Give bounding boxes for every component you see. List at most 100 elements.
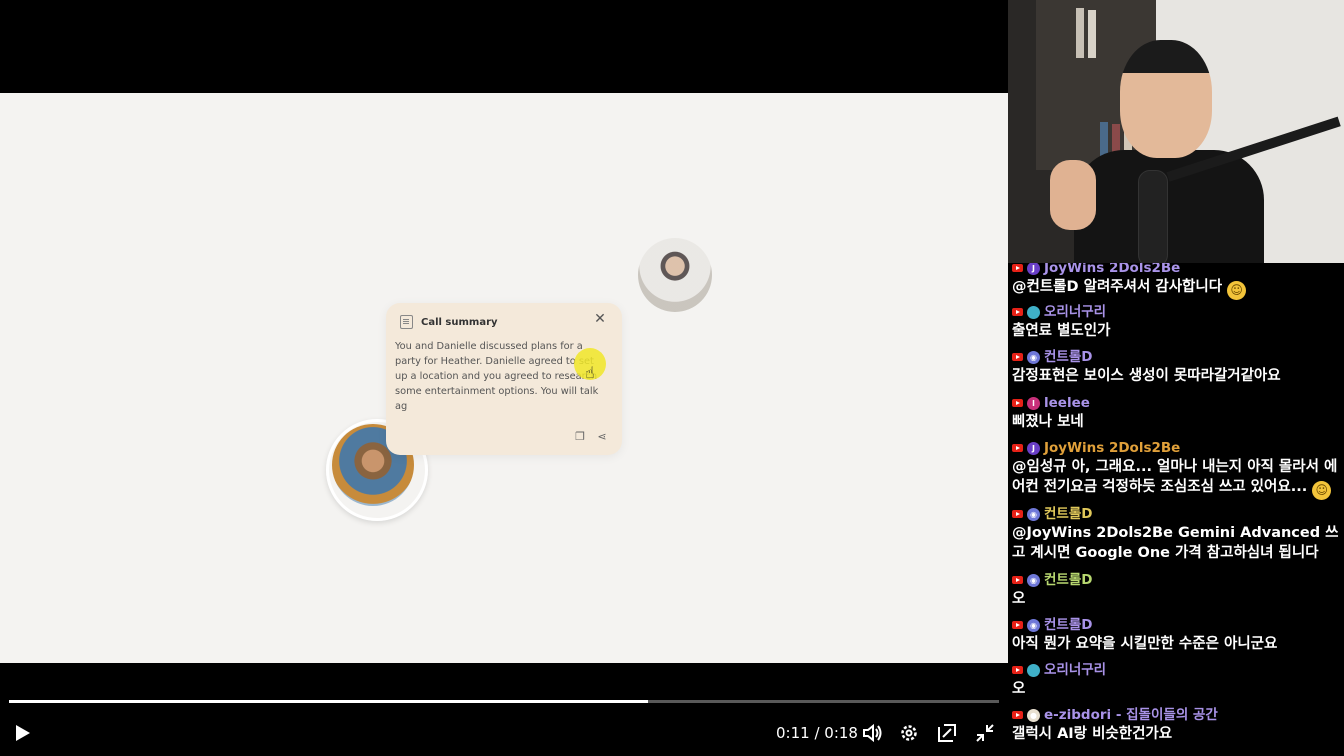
contact-avatar-man [638,238,712,312]
webcam-overlay [1008,0,1344,263]
chat-text-content: 오 [1012,681,1026,697]
user-badge-icon: ◉ [1027,573,1040,587]
video-frame[interactable]: Call summary ✕ You and Danielle discusse… [0,93,1008,663]
youtube-icon [1012,399,1023,407]
chat-message: 오리너구리오 [1012,663,1342,699]
user-badge-icon [1027,305,1040,319]
chat-username[interactable]: 오리너구리 [1044,305,1106,319]
youtube-icon [1012,621,1023,629]
streamer-hand [1050,160,1096,230]
smile-emoji-icon: ☺ [1312,481,1332,500]
chat-username[interactable]: 컨트롤D [1044,618,1092,632]
time-current: 0:11 [776,724,810,742]
user-badge-icon: l [1027,396,1040,410]
youtube-icon [1012,308,1023,316]
chat-text: 갤럭시 AI랑 비슷한건가요 [1012,724,1342,744]
chat-meta: ◉ 컨트롤D [1012,573,1342,587]
card-header: Call summary [400,313,498,331]
user-badge-icon: J [1027,441,1040,455]
chat-message: J JoyWins 2Dols2Be @컨트롤D 알려주셔서 감사합니다 ☺ [1012,263,1342,300]
chat-meta: ● e-zibdori - 집돌이들의 공간 [1012,708,1342,722]
time-separator: / [809,724,825,742]
youtube-icon [1012,353,1023,361]
chat-text: @임성규 아, 그래요... 얼마나 내는지 아직 몰라서 에어컨 전기요금 걱… [1012,457,1342,500]
chat-username[interactable]: JoyWins 2Dols2Be [1044,263,1180,275]
chat-text: 아직 뭔가 요약을 시킬만한 수준은 아니군요 [1012,634,1342,654]
settings-gear-icon[interactable] [898,722,920,744]
streamer-body [1074,150,1264,263]
card-body-text: You and Danielle discussed plans for a p… [395,341,599,412]
exit-fullscreen-icon[interactable] [974,722,996,744]
youtube-icon [1012,444,1023,452]
chat-text-content: @임성규 아, 그래요... 얼마나 내는지 아직 몰라서 에어컨 전기요금 걱… [1012,459,1338,495]
chat-text-content: 감정표현은 보이스 생성이 못따라갈거같아요 [1012,368,1281,384]
play-icon[interactable] [12,723,32,743]
chat-username[interactable]: leelee [1044,396,1090,410]
volume-icon[interactable] [861,722,883,744]
chat-text: 출연료 별도인가 [1012,321,1342,341]
chat-message: ● e-zibdori - 집돌이들의 공간갤럭시 AI랑 비슷한건가요 [1012,708,1342,744]
card-title: Call summary [421,316,498,328]
chat-text-content: @컨트롤D 알려주셔서 감사합니다 [1012,279,1223,295]
user-badge-icon: ◉ [1027,618,1040,632]
chat-text-content: 출연료 별도인가 [1012,323,1111,339]
chat-username[interactable]: 오리너구리 [1044,663,1106,677]
chat-username[interactable]: e-zibdori - 집돌이들의 공간 [1044,708,1218,722]
user-badge-icon: ● [1027,708,1040,722]
chat-username[interactable]: 컨트롤D [1044,507,1092,521]
chat-meta: ◉ 컨트롤D [1012,350,1342,364]
miniplayer-icon[interactable] [936,722,958,744]
hand-cursor-icon: ☝ [585,363,595,382]
youtube-icon [1012,264,1023,272]
chat-message: ◉ 컨트롤D 오 [1012,573,1342,609]
user-badge-icon: ◉ [1027,350,1040,364]
youtube-icon [1012,666,1023,674]
chat-message: J JoyWins 2Dols2Be @임성규 아, 그래요... 얼마나 내는지 … [1012,441,1342,500]
chat-message: ◉ 컨트롤D 아직 뭔가 요약을 시킬만한 수준은 아니군요 [1012,618,1342,654]
video-player[interactable]: Call summary ✕ You and Danielle discusse… [0,0,1008,756]
chat-meta: 오리너구리 [1012,305,1342,319]
chat-text-content: 갤럭시 AI랑 비슷한건가요 [1012,726,1173,742]
chat-message: l leelee 삐졌나 보네 [1012,396,1342,432]
user-badge-icon: ◉ [1027,507,1040,521]
chat-meta: ◉ 컨트롤D [1012,507,1342,521]
share-icon: ⋖ [597,430,607,443]
youtube-icon [1012,711,1023,719]
chat-message: ◉ 컨트롤D @JoyWins 2Dols2Be Gemini Advanced 쓰… [1012,507,1342,563]
chat-text-content: @JoyWins 2Dols2Be Gemini Advanced 쓰고 계시면… [1012,525,1339,561]
youtube-icon [1012,576,1023,584]
chat-username[interactable]: JoyWins 2Dols2Be [1044,441,1180,455]
close-icon: ✕ [594,311,606,327]
chat-text: @JoyWins 2Dols2Be Gemini Advanced 쓰고 계시면… [1012,523,1342,563]
progress-fill [9,700,648,703]
chat-meta: J JoyWins 2Dols2Be [1012,441,1342,455]
chat-meta: 오리너구리 [1012,663,1342,677]
chat-meta: J JoyWins 2Dols2Be [1012,263,1342,275]
chat-text: 오 [1012,679,1342,699]
youtube-icon [1012,510,1023,518]
copy-icon: ❐ [575,430,585,443]
microphone [1138,170,1168,263]
live-chat: J JoyWins 2Dols2Be @컨트롤D 알려주셔서 감사합니다 ☺ 오리너구… [1008,263,1344,756]
chat-message: 오리너구리출연료 별도인가 [1012,305,1342,341]
chat-message: ◉ 컨트롤D 감정표현은 보이스 생성이 못따라갈거같아요 [1012,350,1342,386]
chat-text-content: 오 [1012,591,1026,607]
user-badge-icon [1027,663,1040,677]
progress-bar[interactable] [9,700,999,703]
card-actions: ❐ ⋖ [574,431,608,443]
chat-username[interactable]: 컨트롤D [1044,573,1092,587]
document-icon [400,315,413,329]
user-badge-icon: J [1027,263,1040,275]
time-display: 0:11 / 0:18 [776,724,858,742]
chat-meta: l leelee [1012,396,1342,410]
chat-text: 오 [1012,589,1342,609]
chat-text: @컨트롤D 알려주셔서 감사합니다 ☺ [1012,277,1342,300]
chat-meta: ◉ 컨트롤D [1012,618,1342,632]
player-controls: 0:11 / 0:18 [0,663,1008,756]
time-total: 0:18 [824,724,858,742]
chat-text: 감정표현은 보이스 생성이 못따라갈거같아요 [1012,366,1342,386]
chat-text: 삐졌나 보네 [1012,412,1342,432]
chat-text-content: 아직 뭔가 요약을 시킬만한 수준은 아니군요 [1012,636,1278,652]
chat-text-content: 삐졌나 보네 [1012,414,1084,430]
chat-username[interactable]: 컨트롤D [1044,350,1092,364]
